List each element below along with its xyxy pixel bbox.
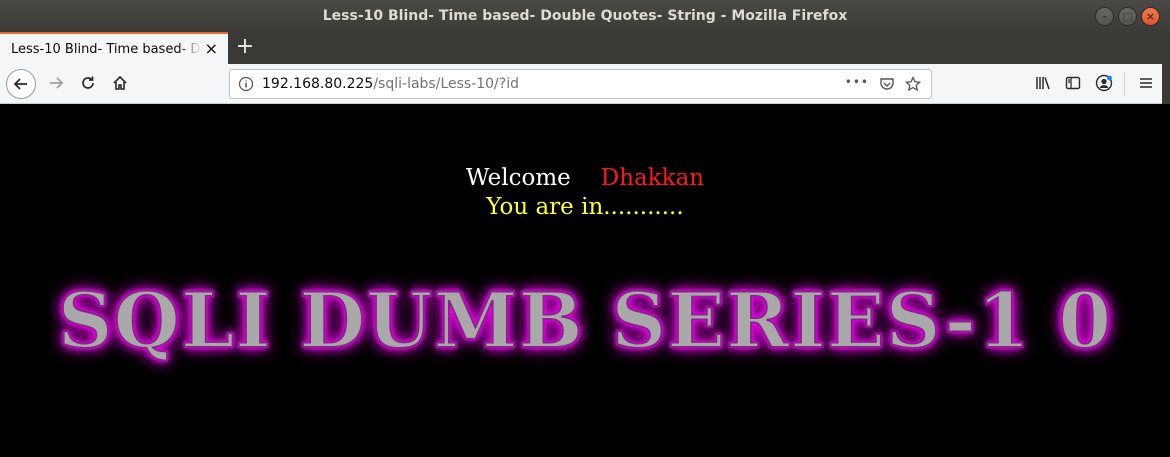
window-title: Less-10 Blind- Time based- Double Quotes… xyxy=(322,8,848,24)
reload-button[interactable] xyxy=(78,75,98,96)
series-banner: SQLI DUMB SERIES-1 0 xyxy=(57,275,1113,366)
new-tab-button[interactable]: + xyxy=(233,34,257,59)
menu-button[interactable] xyxy=(1136,75,1156,96)
minimize-button[interactable]: – xyxy=(1095,7,1114,26)
tab-label: Less-10 Blind- Time based- Double Quotes… xyxy=(11,41,201,57)
sidebar-icon xyxy=(1065,76,1081,90)
home-icon xyxy=(113,75,127,90)
welcome-label: Welcome xyxy=(465,165,571,191)
forward-button[interactable] xyxy=(46,75,66,96)
toolbar-divider xyxy=(1124,72,1125,96)
tab-active[interactable]: Less-10 Blind- Time based- Double Quotes… xyxy=(0,32,228,64)
window-titlebar: Less-10 Blind- Time based- Double Quotes… xyxy=(0,0,1170,32)
account-button[interactable] xyxy=(1094,74,1114,97)
menu-icon xyxy=(1140,78,1152,88)
window-edge xyxy=(1162,64,1170,104)
window-controls: – □ × xyxy=(1095,7,1160,26)
reload-icon xyxy=(82,76,94,89)
tab-strip: Less-10 Blind- Time based- Double Quotes… xyxy=(0,32,1170,64)
status-message: You are in........... xyxy=(486,194,684,220)
url-host: 192.168.80.225 xyxy=(262,76,374,92)
navigation-toolbar: 192.168.80.225/sqli-labs/Less-10/?id ••• xyxy=(0,64,1170,104)
library-button[interactable] xyxy=(1033,75,1053,96)
page-actions-button[interactable]: ••• xyxy=(845,75,869,89)
back-button[interactable] xyxy=(6,69,36,99)
address-bar[interactable]: 192.168.80.225/sqli-labs/Less-10/?id ••• xyxy=(229,69,932,99)
bookmark-star-icon[interactable] xyxy=(905,76,921,92)
page-content: Welcome Dhakkan You are in........... SQL… xyxy=(0,104,1170,457)
pocket-icon[interactable] xyxy=(879,76,895,92)
user-name: Dhakkan xyxy=(600,165,705,191)
info-icon[interactable] xyxy=(238,76,254,92)
library-icon xyxy=(1036,77,1050,90)
back-icon xyxy=(13,78,27,90)
forward-icon xyxy=(50,77,64,89)
close-window-button[interactable]: × xyxy=(1141,7,1160,26)
home-button[interactable] xyxy=(110,75,130,96)
url-path: /sqli-labs/Less-10/?id xyxy=(373,76,519,92)
maximize-button[interactable]: □ xyxy=(1118,7,1137,26)
account-icon xyxy=(1095,74,1113,92)
sidebar-button[interactable] xyxy=(1063,75,1083,96)
welcome-line: Welcome Dhakkan xyxy=(0,165,1170,191)
tab-close-button[interactable]: × xyxy=(205,39,218,58)
